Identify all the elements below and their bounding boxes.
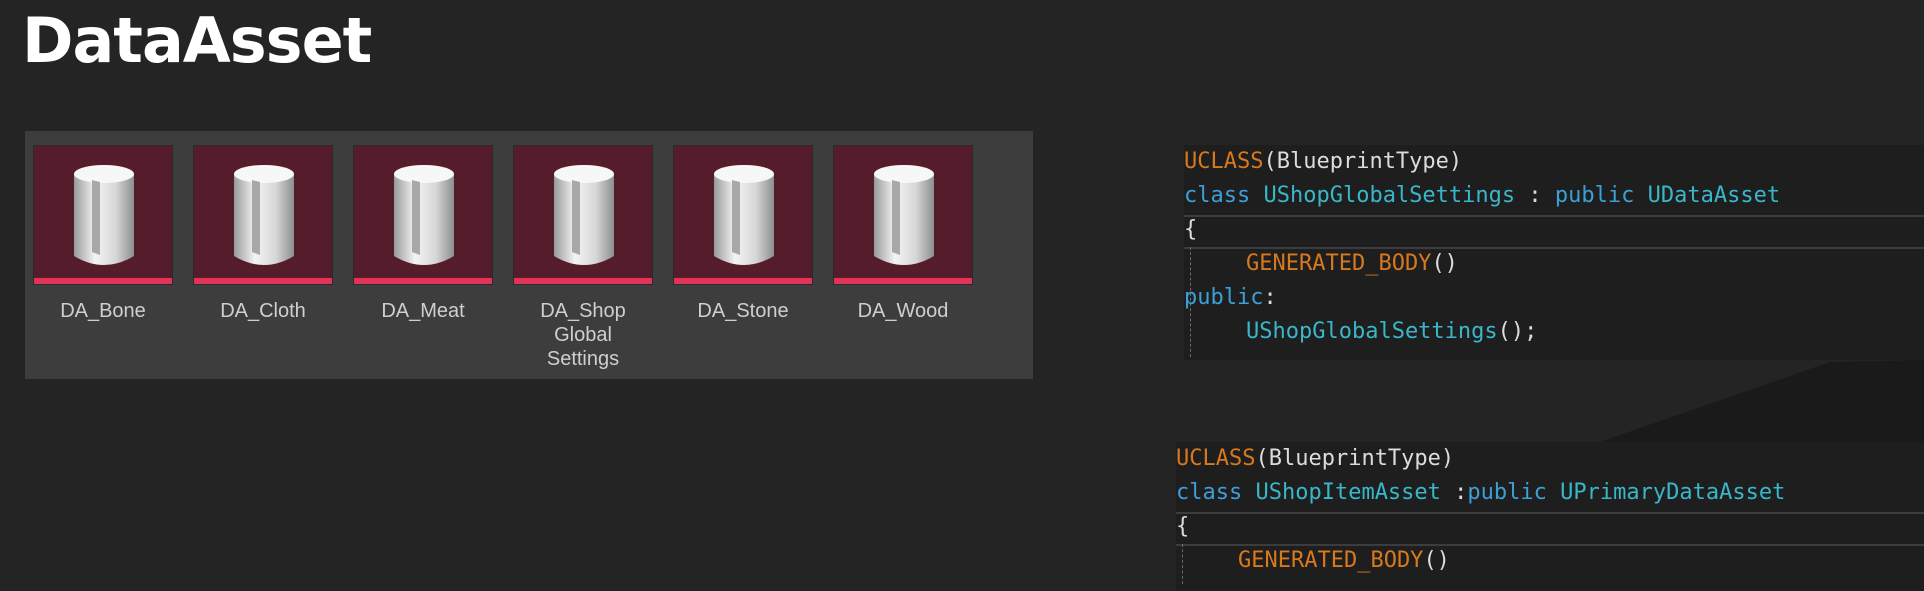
data-asset-icon bbox=[74, 165, 134, 265]
code-line-open-brace: { bbox=[1184, 217, 1198, 242]
asset-tile[interactable]: DA_Cloth bbox=[193, 145, 333, 323]
asset-label: DA_Bone bbox=[60, 300, 146, 322]
asset-type-stripe bbox=[354, 278, 492, 284]
code-line-class: class UShopGlobalSettings : public UData… bbox=[1184, 183, 1781, 208]
code-line-generated: GENERATED_BODY() bbox=[1246, 251, 1458, 276]
asset-tile[interactable]: DA_Shop Global Settings bbox=[513, 145, 653, 371]
asset-type-stripe bbox=[514, 278, 652, 284]
asset-thumbnail bbox=[193, 145, 333, 285]
asset-type-stripe bbox=[194, 278, 332, 284]
data-asset-icon bbox=[234, 165, 294, 265]
code-block-bottom: UCLASS(BlueprintType) class UShopItemAss… bbox=[1176, 442, 1924, 591]
asset-tile[interactable]: DA_Stone bbox=[673, 145, 813, 323]
asset-type-stripe bbox=[34, 278, 172, 284]
asset-thumbnail bbox=[353, 145, 493, 285]
slide-title: DataAsset bbox=[22, 4, 372, 77]
asset-label: DA_Stone bbox=[697, 300, 789, 322]
code-line-uclass: UCLASS(BlueprintType) bbox=[1176, 446, 1455, 471]
asset-thumbnail bbox=[673, 145, 813, 285]
asset-tile[interactable]: DA_Bone bbox=[33, 145, 173, 323]
code-line-open-brace: { bbox=[1176, 514, 1190, 539]
indent-guide bbox=[1182, 544, 1183, 584]
content-browser: DA_Bone DA_Cloth DA_Meat DA_Shop Global Setti… bbox=[25, 131, 1033, 379]
asset-label: DA_Cloth bbox=[220, 300, 306, 322]
data-asset-icon bbox=[874, 165, 934, 265]
asset-tile[interactable]: DA_Wood bbox=[833, 145, 973, 323]
asset-thumbnail bbox=[833, 145, 973, 285]
asset-tile[interactable]: DA_Meat bbox=[353, 145, 493, 323]
code-line-uclass: UCLASS(BlueprintType) bbox=[1184, 149, 1463, 174]
data-asset-icon bbox=[394, 165, 454, 265]
asset-label: DA_Wood bbox=[857, 300, 949, 322]
asset-thumbnail bbox=[33, 145, 173, 285]
current-line-highlight bbox=[1176, 512, 1924, 546]
code-line-ctor: UShopGlobalSettings(); bbox=[1246, 319, 1538, 344]
asset-type-stripe bbox=[674, 278, 812, 284]
data-asset-icon bbox=[714, 165, 774, 265]
data-asset-icon bbox=[554, 165, 614, 265]
asset-thumbnail bbox=[513, 145, 653, 285]
code-line-generated: GENERATED_BODY() bbox=[1238, 548, 1450, 573]
asset-type-stripe bbox=[834, 278, 972, 284]
code-line-class: class UShopItemAsset :public UPrimaryDat… bbox=[1176, 480, 1786, 505]
code-line-public: public: bbox=[1184, 285, 1277, 310]
asset-label: DA_Meat bbox=[381, 300, 465, 322]
current-line-highlight bbox=[1184, 215, 1924, 249]
asset-label: DA_Shop Global Settings bbox=[540, 300, 626, 370]
code-block-top: UCLASS(BlueprintType) class UShopGlobalS… bbox=[1184, 145, 1924, 360]
